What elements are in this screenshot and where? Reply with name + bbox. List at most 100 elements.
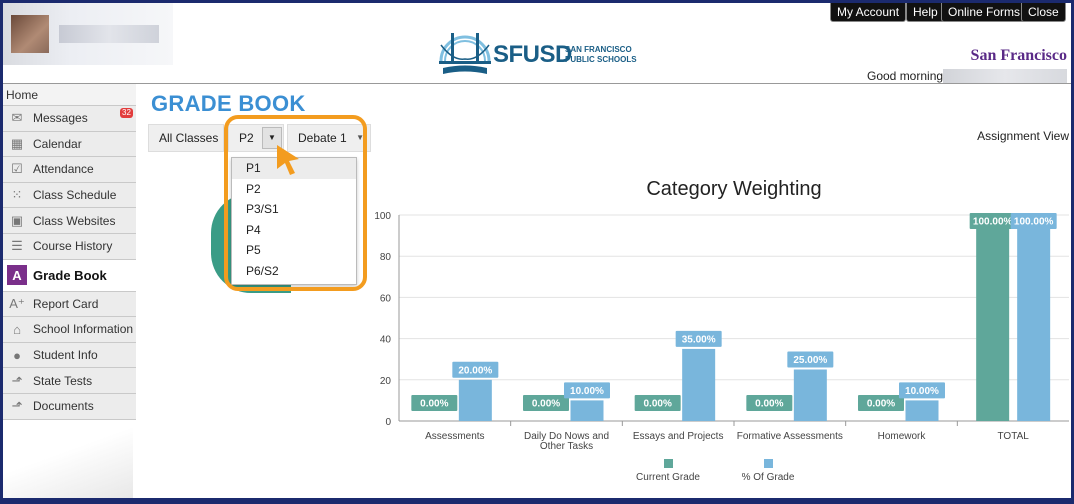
data-label: 100.00% xyxy=(1014,217,1054,228)
sidebar-item-label: School Information xyxy=(33,322,134,337)
pointer-arrow-icon xyxy=(277,145,299,175)
logo-text: SFUSD xyxy=(493,41,572,68)
page-title: GRADE BOOK xyxy=(151,91,306,116)
sidebar-item-label: Messages xyxy=(33,111,88,126)
sidebar-item-grade-book[interactable]: A Grade Book xyxy=(3,259,136,292)
x-tick-label: Other Tasks xyxy=(540,441,593,452)
attendance-icon: ☑ xyxy=(11,161,23,177)
user-name-blurred xyxy=(59,25,159,43)
y-tick-label: 60 xyxy=(380,293,392,304)
x-tick-label: Assessments xyxy=(425,431,484,442)
course-history-icon: ☰ xyxy=(11,238,23,254)
sidebar-item-label: Report Card xyxy=(33,296,99,311)
bar xyxy=(682,348,716,421)
y-tick-label: 80 xyxy=(380,252,392,263)
sidebar-item-documents[interactable]: ⬏ Documents xyxy=(3,393,136,420)
sidebar-item-messages[interactable]: ✉ Messages 32 xyxy=(3,106,136,132)
x-tick-label: TOTAL xyxy=(998,431,1030,442)
app-window: My Account Help Online Forms Close SFUSD… xyxy=(3,3,1071,498)
my-account-button[interactable]: My Account xyxy=(830,3,907,22)
golden-gate-bridge-icon xyxy=(439,33,491,74)
user-banner xyxy=(3,3,173,65)
sidebar-item-label: Grade Book xyxy=(33,267,107,283)
sidebar-item-label: State Tests xyxy=(33,373,93,388)
grade-book-icon: A xyxy=(7,265,27,286)
student-info-icon: ● xyxy=(13,347,21,363)
x-tick-label: Essays and Projects xyxy=(633,431,724,442)
chart-title: Category Weighting xyxy=(646,178,821,200)
sidebar: Home ✉ Messages 32 ▦ Calendar ☑ Attendan… xyxy=(3,84,136,420)
data-label: 0.00% xyxy=(420,399,448,410)
data-label: 0.00% xyxy=(643,399,671,410)
legend-swatch xyxy=(764,459,773,468)
sidebar-item-student-info[interactable]: ● Student Info xyxy=(3,342,136,369)
sidebar-item-home[interactable]: Home xyxy=(3,84,136,106)
sidebar-item-label: Calendar xyxy=(33,136,82,151)
data-label: 20.00% xyxy=(458,365,492,376)
sidebar-item-label: Home xyxy=(6,87,39,102)
school-information-icon: ⌂ xyxy=(13,321,21,337)
sidebar-item-class-websites[interactable]: ▣ Class Websites xyxy=(3,208,136,234)
legend-label: % Of Grade xyxy=(742,472,795,483)
logo-subtitle-2: PUBLIC SCHOOLS xyxy=(565,55,637,64)
y-tick-label: 40 xyxy=(380,335,392,346)
legend-label: Current Grade xyxy=(636,472,700,483)
calendar-icon: ▦ xyxy=(10,135,24,151)
sidebar-item-label: Documents xyxy=(33,399,94,414)
avatar xyxy=(11,15,49,53)
documents-icon: ⬏ xyxy=(11,398,23,414)
data-label: 0.00% xyxy=(867,399,895,410)
close-button[interactable]: Close xyxy=(1021,3,1066,22)
annotation-highlight-ring xyxy=(224,115,367,291)
greeting: Good morning xyxy=(867,69,944,83)
bar xyxy=(976,215,1010,421)
sidebar-item-label: Class Websites xyxy=(33,213,116,228)
legend-swatch xyxy=(664,459,673,468)
online-forms-button[interactable]: Online Forms xyxy=(941,3,1028,22)
logo-subtitle-1: SAN FRANCISCO xyxy=(565,45,632,54)
data-label: 0.00% xyxy=(532,399,560,410)
y-tick-label: 20 xyxy=(380,376,392,387)
help-button[interactable]: Help xyxy=(906,3,945,22)
sidebar-item-state-tests[interactable]: ⬏ State Tests xyxy=(3,368,136,394)
category-weighting-chart: Category Weighting 0 20 40 60 80 100 0.00% 20.00… xyxy=(374,178,1069,483)
data-label: 10.00% xyxy=(905,386,939,397)
x-tick-label: Homework xyxy=(878,431,927,442)
x-tick-label: Formative Assessments xyxy=(737,431,843,442)
sidebar-item-attendance[interactable]: ☑ Attendance xyxy=(3,157,136,183)
sidebar-item-calendar[interactable]: ▦ Calendar xyxy=(3,131,136,158)
class-websites-icon: ▣ xyxy=(10,212,24,228)
greeting-name-blurred xyxy=(943,69,1067,83)
y-tick-label: 0 xyxy=(385,417,391,428)
sidebar-item-class-schedule[interactable]: ⁙ Class Schedule xyxy=(3,182,136,209)
class-schedule-icon: ⁙ xyxy=(11,187,23,203)
assignment-view-link[interactable]: Assignment View xyxy=(977,129,1069,143)
messages-icon: ✉ xyxy=(11,110,23,126)
sidebar-item-label: Attendance xyxy=(33,162,94,177)
header-divider xyxy=(3,83,1071,84)
y-tick-label: 100 xyxy=(374,211,391,222)
data-label: 25.00% xyxy=(793,355,827,366)
all-classes-button[interactable]: All Classes xyxy=(148,124,224,152)
bar xyxy=(458,379,492,421)
sidebar-item-school-information[interactable]: ⌂ School Information xyxy=(3,317,136,343)
bar xyxy=(570,400,604,421)
data-label: 0.00% xyxy=(755,399,783,410)
messages-count-badge: 32 xyxy=(120,108,133,118)
report-card-icon: A⁺ xyxy=(9,295,25,311)
bar xyxy=(905,400,939,421)
bar xyxy=(1017,215,1051,421)
sidebar-item-label: Course History xyxy=(33,239,113,254)
data-label: 35.00% xyxy=(682,334,716,345)
data-label: 10.00% xyxy=(570,386,604,397)
sfusd-logo: SFUSD SAN FRANCISCO PUBLIC SCHOOLS xyxy=(437,21,637,83)
bar xyxy=(793,369,827,421)
sidebar-item-label: Class Schedule xyxy=(33,188,117,203)
data-label: 100.00% xyxy=(973,217,1013,228)
state-tests-icon: ⬏ xyxy=(11,372,23,388)
sidebar-item-report-card[interactable]: A⁺ Report Card xyxy=(3,291,136,318)
district-name: San Francisco xyxy=(970,47,1067,64)
sidebar-item-label: Student Info xyxy=(33,348,98,363)
sidebar-item-course-history[interactable]: ☰ Course History xyxy=(3,233,136,260)
sidebar-shadow xyxy=(3,423,133,498)
